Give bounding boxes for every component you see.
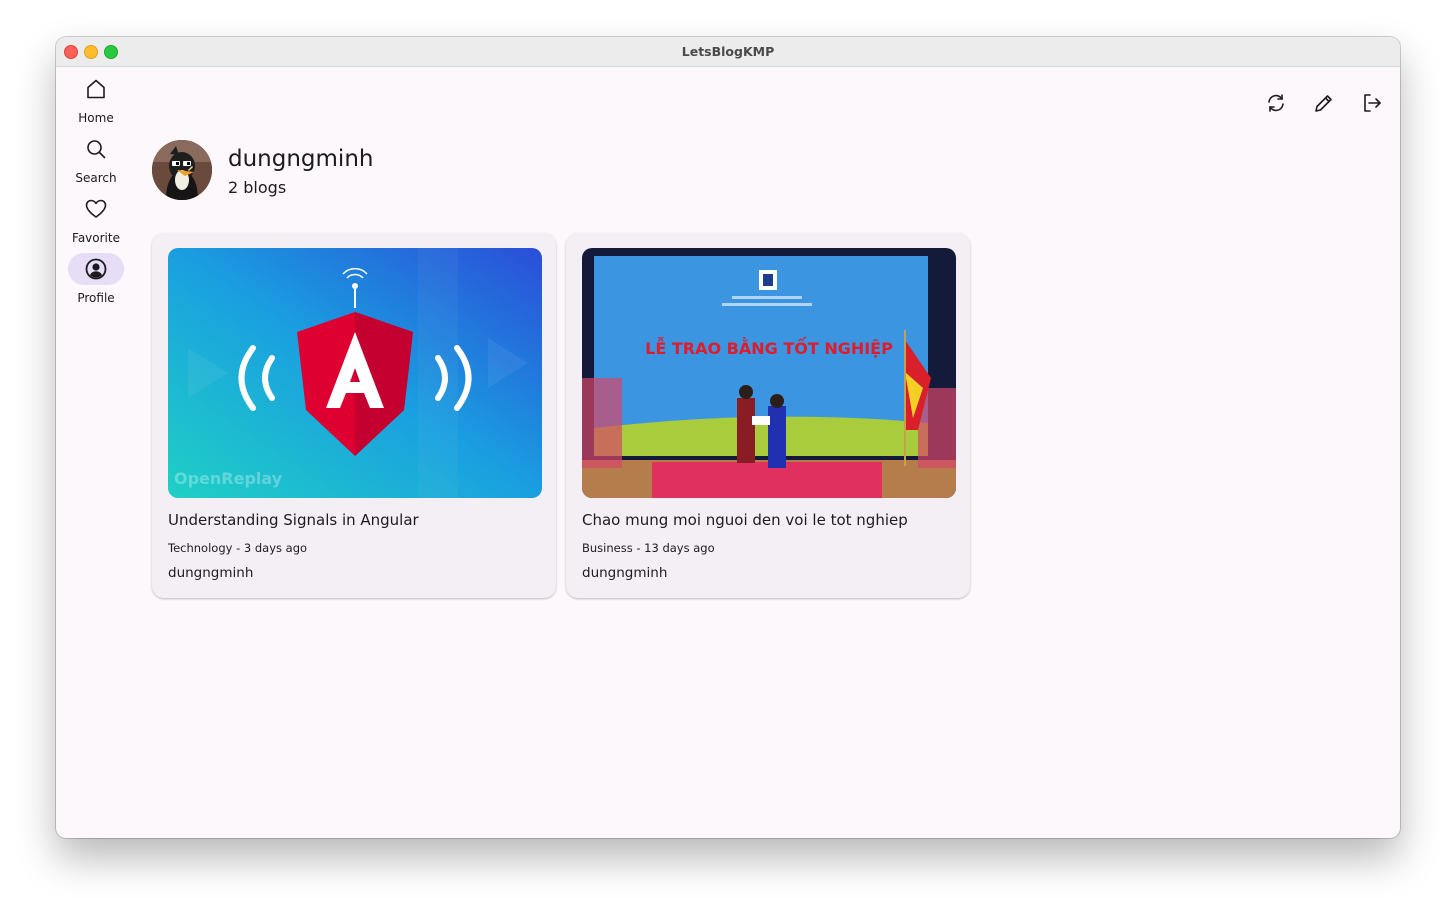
thumbnail-banner-text: LỄ TRAO BẰNG TỐT NGHIỆP (645, 337, 893, 358)
blog-title: Understanding Signals in Angular (168, 511, 419, 529)
nav-item-home[interactable]: Home (56, 71, 136, 129)
app-window: LetsBlogKMP Home Search Favorite Profile… (56, 37, 1400, 838)
account-circle-icon (85, 258, 107, 280)
nav-item-search[interactable]: Search (56, 131, 136, 189)
blog-card[interactable]: OpenReplay Understanding Signals in Angu… (152, 233, 556, 598)
nav-item-profile[interactable]: Profile (56, 251, 136, 309)
edit-pencil-icon (1315, 95, 1332, 112)
nav-label-search: Search (75, 171, 117, 185)
blog-author: dungngminh (168, 565, 254, 581)
edit-button[interactable] (1304, 83, 1344, 123)
blog-meta: Business - 13 days ago (582, 541, 715, 555)
home-icon (87, 79, 105, 99)
blog-title: Chao mung moi nguoi den voi le tot nghie… (582, 511, 908, 529)
angular-signals-image: OpenReplay (168, 248, 542, 498)
logout-icon (1364, 94, 1381, 112)
blog-card[interactable]: LỄ TRAO BẰNG TỐT NGHIỆP Chao mung moi ng… (566, 233, 970, 598)
blog-thumbnail: OpenReplay (168, 248, 542, 498)
refresh-icon (1268, 94, 1284, 112)
refresh-button[interactable] (1256, 83, 1296, 123)
logout-button[interactable] (1352, 83, 1392, 123)
thumbnail-watermark-text: OpenReplay (174, 469, 283, 488)
profile-blog-count: 2 blogs (228, 178, 287, 197)
nav-label-favorite: Favorite (72, 231, 120, 245)
window-title: LetsBlogKMP (681, 44, 775, 59)
nav-label-profile: Profile (77, 291, 115, 305)
avatar-image (152, 140, 212, 200)
profile-username: dungngminh (228, 146, 374, 172)
nav-label-home: Home (78, 111, 114, 125)
title-bar[interactable]: LetsBlogKMP (56, 37, 1400, 67)
heart-icon (85, 199, 107, 218)
blog-meta: Technology - 3 days ago (168, 541, 308, 555)
search-icon (87, 140, 106, 159)
blog-author: dungngminh (582, 565, 668, 581)
nav-item-favorite[interactable]: Favorite (56, 191, 136, 249)
blog-thumbnail: LỄ TRAO BẰNG TỐT NGHIỆP (582, 248, 956, 498)
graduation-ceremony-image: LỄ TRAO BẰNG TỐT NGHIỆP (582, 248, 956, 498)
avatar[interactable] (152, 140, 212, 200)
